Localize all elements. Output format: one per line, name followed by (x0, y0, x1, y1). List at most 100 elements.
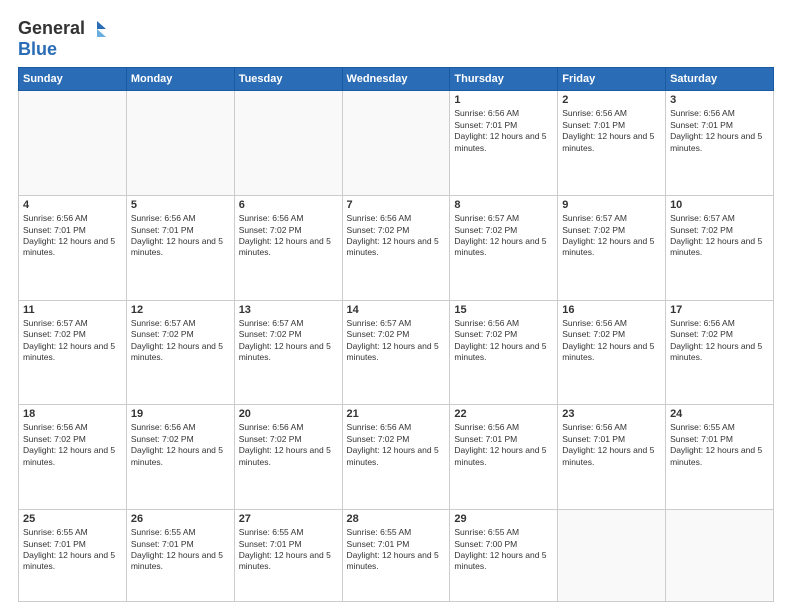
day-info: Sunrise: 6:56 AMSunset: 7:01 PMDaylight:… (454, 108, 553, 154)
calendar-day-cell (19, 91, 127, 196)
day-number: 27 (239, 513, 338, 525)
calendar-day-cell: 8 Sunrise: 6:57 AMSunset: 7:02 PMDaylight… (450, 196, 558, 301)
calendar-day-cell (234, 91, 342, 196)
calendar-day-cell: 11Sunrise: 6:57 AMSunset: 7:02 PMDayligh… (19, 300, 127, 405)
day-number: 5 (131, 199, 230, 211)
calendar-day-cell: 12 Sunrise: 6:57 AMSunset: 7:02 PMDayligh… (126, 300, 234, 405)
calendar-day-cell: 21 Sunrise: 6:56 AMSunset: 7:02 PMDayligh… (342, 405, 450, 510)
calendar-day-cell: 10Sunrise: 6:57 AMSunset: 7:02 PMDayligh… (666, 196, 774, 301)
calendar-week-row: 11Sunrise: 6:57 AMSunset: 7:02 PMDayligh… (19, 300, 774, 405)
logo-general: General (18, 18, 85, 38)
logo-bird-icon (88, 20, 106, 38)
day-number: 7 (347, 199, 446, 211)
day-info: Sunrise: 6:56 AMSunset: 7:01 PMDaylight:… (454, 422, 553, 468)
calendar-day-header: Monday (126, 68, 234, 91)
calendar-day-cell: 27 Sunrise: 6:55 AMSunset: 7:01 PMDayligh… (234, 510, 342, 602)
day-info: Sunrise: 6:56 AMSunset: 7:02 PMDaylight:… (23, 422, 122, 468)
day-info: Sunrise: 6:57 AMSunset: 7:02 PMDaylight:… (23, 318, 122, 364)
calendar-day-cell: 13 Sunrise: 6:57 AMSunset: 7:02 PMDayligh… (234, 300, 342, 405)
calendar-day-cell: 17Sunrise: 6:56 AMSunset: 7:02 PMDayligh… (666, 300, 774, 405)
day-number: 16 (562, 304, 661, 316)
calendar-day-cell: 2Sunrise: 6:56 AMSunset: 7:01 PMDaylight… (558, 91, 666, 196)
calendar-week-row: 25 Sunrise: 6:55 AMSunset: 7:01 PMDayligh… (19, 510, 774, 602)
day-info: Sunrise: 6:57 AMSunset: 7:02 PMDaylight:… (239, 318, 338, 364)
day-info: Sunrise: 6:55 AMSunset: 7:01 PMDaylight:… (23, 527, 122, 573)
day-number: 20 (239, 408, 338, 420)
day-number: 23 (562, 408, 661, 420)
calendar-day-cell: 16 Sunrise: 6:56 AMSunset: 7:02 PMDayligh… (558, 300, 666, 405)
logo: General Blue (18, 18, 106, 59)
day-info: Sunrise: 6:56 AMSunset: 7:02 PMDaylight:… (239, 213, 338, 259)
day-number: 15 (454, 304, 553, 316)
calendar-day-cell (126, 91, 234, 196)
day-info: Sunrise: 6:55 AMSunset: 7:01 PMDaylight:… (670, 422, 769, 468)
logo-blue: Blue (18, 39, 57, 59)
calendar-day-cell: 9Sunrise: 6:57 AMSunset: 7:02 PMDaylight… (558, 196, 666, 301)
day-number: 28 (347, 513, 446, 525)
page: General Blue SundayMondayTuesdayWednesda… (0, 0, 792, 612)
day-number: 1 (454, 94, 553, 106)
calendar-day-cell: 14 Sunrise: 6:57 AMSunset: 7:02 PMDayligh… (342, 300, 450, 405)
calendar-day-header: Thursday (450, 68, 558, 91)
calendar-day-cell: 3 Sunrise: 6:56 AMSunset: 7:01 PMDaylight… (666, 91, 774, 196)
day-info: Sunrise: 6:56 AMSunset: 7:02 PMDaylight:… (347, 422, 446, 468)
day-info: Sunrise: 6:57 AMSunset: 7:02 PMDaylight:… (670, 213, 769, 259)
day-number: 12 (131, 304, 230, 316)
calendar-day-header: Tuesday (234, 68, 342, 91)
day-number: 29 (454, 513, 553, 525)
day-info: Sunrise: 6:55 AMSunset: 7:00 PMDaylight:… (454, 527, 553, 573)
calendar-day-cell: 6 Sunrise: 6:56 AMSunset: 7:02 PMDaylight… (234, 196, 342, 301)
day-info: Sunrise: 6:56 AMSunset: 7:02 PMDaylight:… (239, 422, 338, 468)
calendar-day-header: Saturday (666, 68, 774, 91)
day-number: 25 (23, 513, 122, 525)
day-number: 18 (23, 408, 122, 420)
day-number: 13 (239, 304, 338, 316)
day-info: Sunrise: 6:57 AMSunset: 7:02 PMDaylight:… (454, 213, 553, 259)
header: General Blue (18, 18, 774, 59)
day-number: 21 (347, 408, 446, 420)
calendar-day-cell: 23 Sunrise: 6:56 AMSunset: 7:01 PMDayligh… (558, 405, 666, 510)
day-info: Sunrise: 6:56 AMSunset: 7:02 PMDaylight:… (562, 318, 661, 364)
day-info: Sunrise: 6:55 AMSunset: 7:01 PMDaylight:… (347, 527, 446, 573)
calendar-day-cell: 24 Sunrise: 6:55 AMSunset: 7:01 PMDayligh… (666, 405, 774, 510)
day-info: Sunrise: 6:55 AMSunset: 7:01 PMDaylight:… (239, 527, 338, 573)
calendar-day-cell: 18 Sunrise: 6:56 AMSunset: 7:02 PMDayligh… (19, 405, 127, 510)
calendar-day-cell: 28 Sunrise: 6:55 AMSunset: 7:01 PMDayligh… (342, 510, 450, 602)
day-info: Sunrise: 6:57 AMSunset: 7:02 PMDaylight:… (347, 318, 446, 364)
calendar-week-row: 4Sunrise: 6:56 AMSunset: 7:01 PMDaylight… (19, 196, 774, 301)
day-number: 22 (454, 408, 553, 420)
day-info: Sunrise: 6:56 AMSunset: 7:01 PMDaylight:… (23, 213, 122, 259)
day-number: 24 (670, 408, 769, 420)
calendar-day-cell: 26 Sunrise: 6:55 AMSunset: 7:01 PMDayligh… (126, 510, 234, 602)
day-number: 26 (131, 513, 230, 525)
day-number: 19 (131, 408, 230, 420)
day-number: 8 (454, 199, 553, 211)
calendar-day-cell (666, 510, 774, 602)
day-info: Sunrise: 6:55 AMSunset: 7:01 PMDaylight:… (131, 527, 230, 573)
day-info: Sunrise: 6:56 AMSunset: 7:01 PMDaylight:… (131, 213, 230, 259)
calendar-day-cell: 1 Sunrise: 6:56 AMSunset: 7:01 PMDaylight… (450, 91, 558, 196)
day-info: Sunrise: 6:57 AMSunset: 7:02 PMDaylight:… (131, 318, 230, 364)
calendar-day-header: Sunday (19, 68, 127, 91)
calendar-day-cell: 7 Sunrise: 6:56 AMSunset: 7:02 PMDaylight… (342, 196, 450, 301)
calendar-header-row: SundayMondayTuesdayWednesdayThursdayFrid… (19, 68, 774, 91)
day-info: Sunrise: 6:56 AMSunset: 7:02 PMDaylight:… (347, 213, 446, 259)
calendar-day-cell: 22 Sunrise: 6:56 AMSunset: 7:01 PMDayligh… (450, 405, 558, 510)
day-info: Sunrise: 6:56 AMSunset: 7:01 PMDaylight:… (562, 422, 661, 468)
calendar-day-cell (558, 510, 666, 602)
calendar-table: SundayMondayTuesdayWednesdayThursdayFrid… (18, 67, 774, 602)
calendar-day-cell: 29 Sunrise: 6:55 AMSunset: 7:00 PMDayligh… (450, 510, 558, 602)
day-info: Sunrise: 6:57 AMSunset: 7:02 PMDaylight:… (562, 213, 661, 259)
day-number: 6 (239, 199, 338, 211)
calendar-day-header: Friday (558, 68, 666, 91)
day-number: 3 (670, 94, 769, 106)
day-info: Sunrise: 6:56 AMSunset: 7:02 PMDaylight:… (131, 422, 230, 468)
calendar-day-cell (342, 91, 450, 196)
calendar-day-cell: 15 Sunrise: 6:56 AMSunset: 7:02 PMDayligh… (450, 300, 558, 405)
day-number: 14 (347, 304, 446, 316)
day-info: Sunrise: 6:56 AMSunset: 7:01 PMDaylight:… (670, 108, 769, 154)
day-info: Sunrise: 6:56 AMSunset: 7:02 PMDaylight:… (454, 318, 553, 364)
day-info: Sunrise: 6:56 AMSunset: 7:02 PMDaylight:… (670, 318, 769, 364)
day-number: 2 (562, 94, 661, 106)
calendar-day-cell: 19 Sunrise: 6:56 AMSunset: 7:02 PMDayligh… (126, 405, 234, 510)
